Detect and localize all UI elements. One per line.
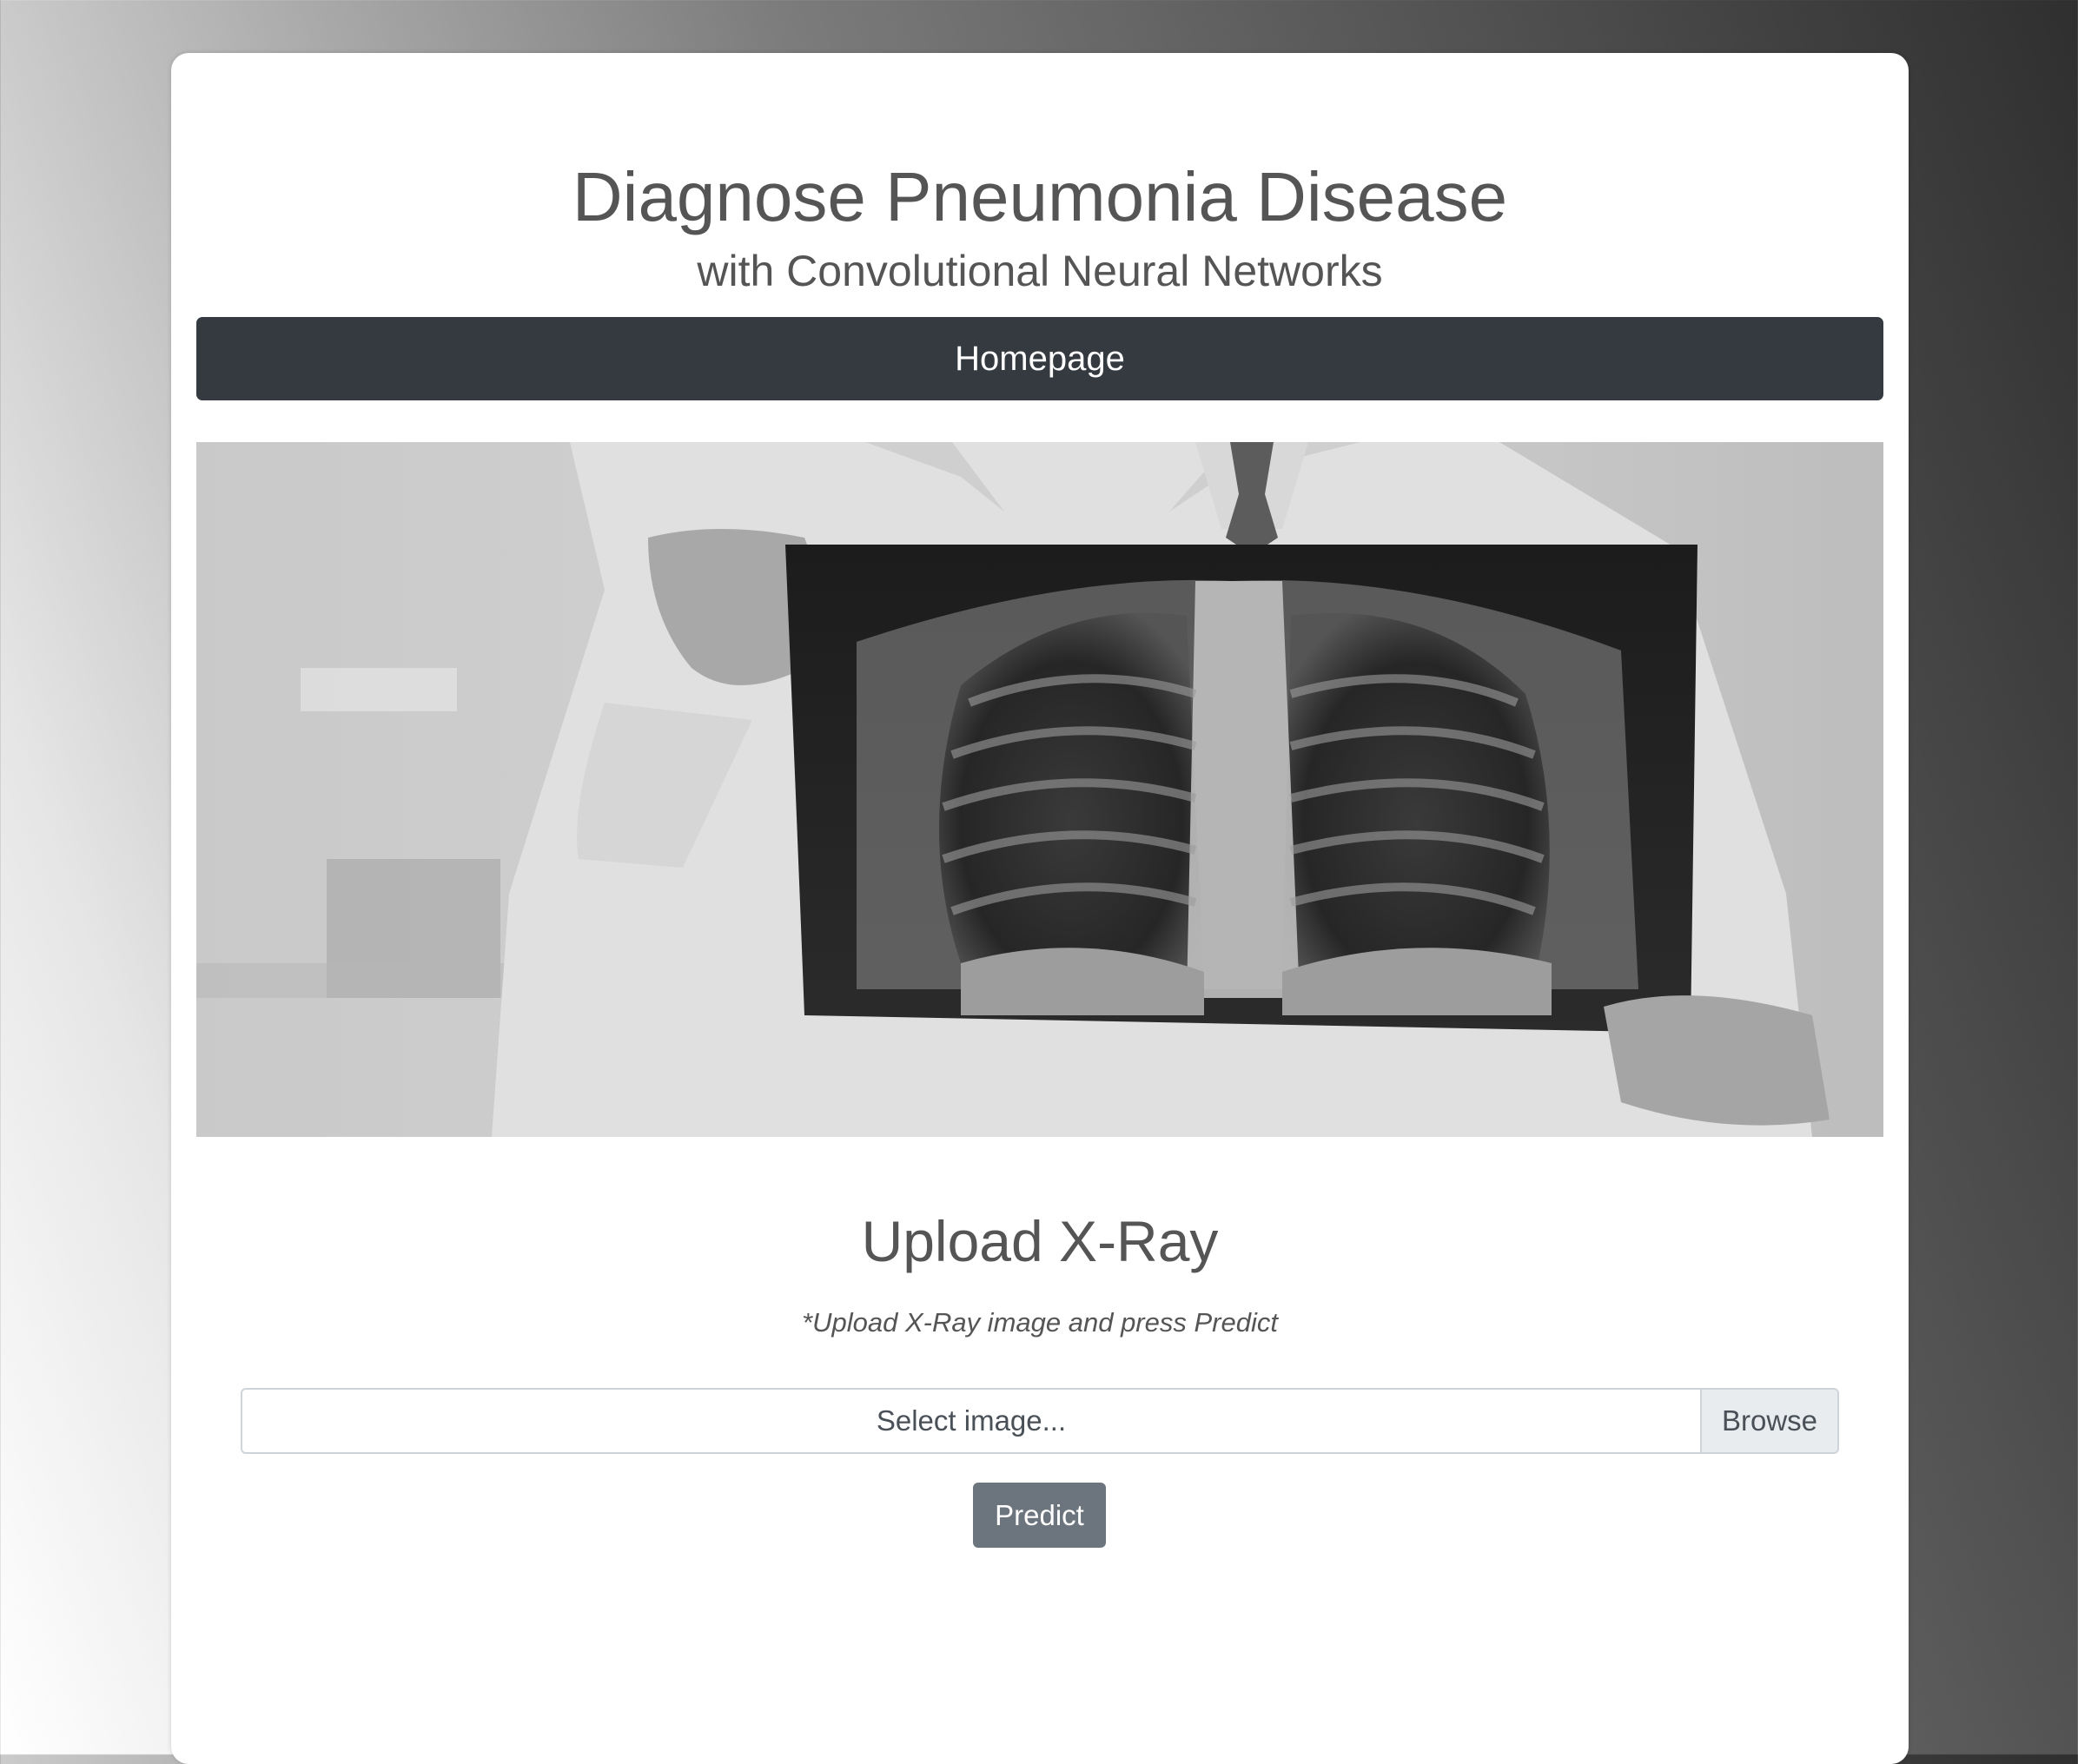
upload-heading: Upload X-Ray xyxy=(861,1209,1219,1273)
homepage-link[interactable]: Homepage xyxy=(955,340,1125,379)
browse-button[interactable]: Browse xyxy=(1700,1390,1837,1452)
upload-hint: *Upload X-Ray image and press Predict xyxy=(802,1307,1278,1338)
hero-xray-image xyxy=(196,442,1883,1137)
main-card: Diagnose Pneumonia Disease with Convolut… xyxy=(171,53,1909,1764)
page-subtitle: with Convolutional Neural Networks xyxy=(697,247,1383,295)
navbar: Homepage xyxy=(196,317,1883,400)
file-upload-input[interactable]: Select image... Browse xyxy=(241,1388,1839,1454)
page-title: Diagnose Pneumonia Disease xyxy=(572,158,1508,235)
file-placeholder[interactable]: Select image... xyxy=(242,1390,1700,1452)
predict-button[interactable]: Predict xyxy=(973,1483,1106,1548)
